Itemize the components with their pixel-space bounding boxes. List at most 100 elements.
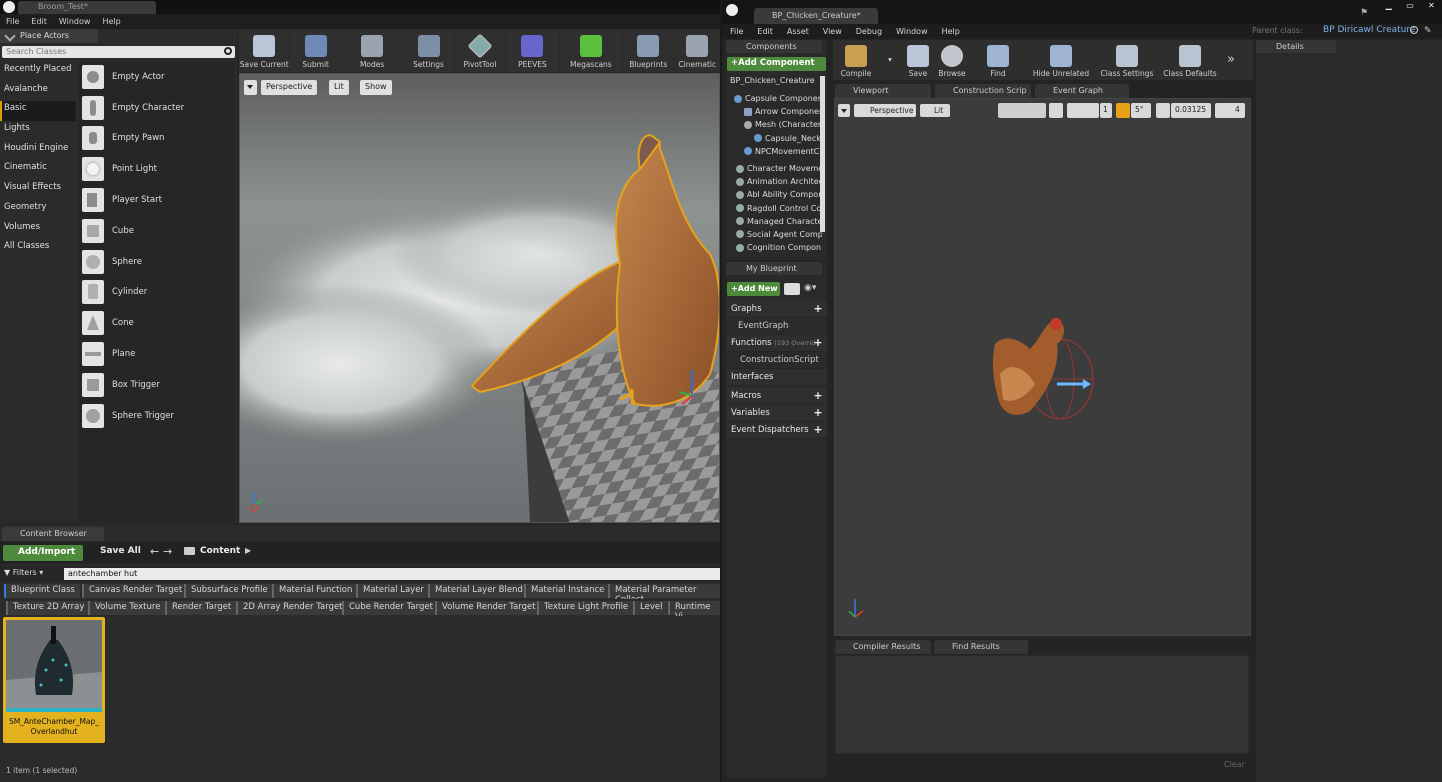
component-item[interactable]: Managed Characte — [730, 215, 822, 228]
rotation-snap-icon[interactable] — [1116, 103, 1130, 118]
compile-options-button[interactable]: ▾ — [879, 40, 901, 80]
content-browser-tab[interactable]: Content Browser — [2, 527, 104, 541]
add-new-button[interactable]: +Add New — [727, 282, 780, 296]
graphs-section[interactable]: Graphs + — [726, 301, 827, 318]
add-event-dispatcher-icon[interactable]: + — [813, 424, 823, 435]
actor-item[interactable]: Point Light — [79, 154, 235, 186]
peeves-button[interactable]: PEEVES — [506, 29, 560, 72]
component-item[interactable]: Character Moveme — [730, 162, 822, 175]
lit-button[interactable]: Lit — [329, 80, 349, 95]
cinematics-button[interactable]: Cinematic — [675, 29, 721, 72]
add-macro-icon[interactable]: + — [813, 390, 823, 401]
toolbar-overflow-icon[interactable]: » — [1221, 40, 1241, 80]
category-lights[interactable]: Lights — [0, 121, 76, 141]
maximize-button[interactable]: ▭ — [1399, 1, 1420, 12]
viewport-options-button[interactable] — [244, 80, 257, 95]
components-root[interactable]: BP_Chicken_Creature — [730, 76, 822, 85]
asset-search-input[interactable]: antechamber hut — [64, 568, 720, 580]
component-item[interactable]: Capsule_Neckt — [730, 132, 822, 145]
filter-chip[interactable]: Material Layer — [356, 584, 429, 598]
add-graph-icon[interactable]: + — [813, 303, 823, 314]
components-scrollbar[interactable] — [820, 76, 825, 232]
scale-snap-icon[interactable] — [1156, 103, 1170, 118]
event-graph-item[interactable]: EventGraph — [726, 318, 827, 335]
class-defaults-button[interactable]: Class Defaults — [1159, 40, 1221, 80]
actor-item[interactable]: Cube — [79, 216, 235, 247]
bp-menu-debug[interactable]: Debug — [856, 27, 882, 36]
actor-item[interactable]: Player Start — [79, 185, 235, 216]
actor-item[interactable]: Empty Pawn — [79, 124, 235, 155]
interfaces-section[interactable]: Interfaces — [726, 369, 827, 386]
details-tab[interactable]: Details — [1256, 40, 1336, 53]
add-variable-icon[interactable]: + — [813, 407, 823, 418]
megascans-button[interactable]: Megascans — [560, 29, 624, 72]
filter-chip[interactable]: Texture Light Profile — [537, 601, 634, 615]
eye-icon[interactable]: ◉▾ — [804, 283, 816, 293]
bp-save-button[interactable]: Save — [901, 40, 935, 80]
bp-lit-button[interactable]: Lit — [920, 104, 950, 117]
filter-chip[interactable]: Material Function — [272, 584, 358, 598]
settings-button[interactable]: Settings — [403, 29, 455, 72]
filter-chip[interactable]: Material Parameter Collect — [608, 584, 720, 599]
event-dispatchers-section[interactable]: Event Dispatchers + — [726, 422, 827, 439]
component-item[interactable]: NPCMovementC — [730, 145, 822, 158]
pivot-tool-button[interactable]: PivotTool — [455, 29, 507, 72]
filter-chip[interactable]: Material Instance — [524, 584, 610, 598]
component-item[interactable]: Animation Architec — [730, 175, 822, 188]
parent-class-link[interactable]: BP Diricawl Creature — [1323, 25, 1415, 35]
path-content[interactable]: Content — [200, 546, 240, 556]
bp-menu-asset[interactable]: Asset — [787, 27, 809, 36]
category-cinematic[interactable]: Cinematic — [0, 160, 76, 180]
actor-item[interactable]: Sphere — [79, 247, 235, 278]
edit-parent-icon[interactable]: ✎ — [1424, 26, 1432, 36]
pin-icon[interactable]: ⚑ — [1360, 8, 1368, 18]
actor-item[interactable]: Empty Character — [79, 93, 235, 124]
place-actors-tab[interactable]: Place Actors — [0, 29, 98, 43]
find-button[interactable]: Find — [969, 40, 1027, 80]
construction-script-item[interactable]: ConstructionScript — [726, 352, 827, 369]
actor-item[interactable]: Cone — [79, 308, 235, 340]
category-recently-placed[interactable]: Recently Placed — [0, 62, 76, 82]
actor-item[interactable]: Plane — [79, 339, 235, 370]
category-all-classes[interactable]: All Classes — [0, 239, 76, 259]
minimize-button[interactable]: ▁ — [1378, 1, 1399, 12]
scale-snap-value[interactable]: 0.03125 — [1171, 103, 1211, 118]
level-viewport[interactable]: Perspective Lit Show — [239, 73, 720, 523]
search-icon[interactable] — [224, 47, 232, 55]
grid-size-value[interactable]: 1 — [1100, 103, 1112, 118]
rotation-snap-value[interactable]: 5° — [1131, 103, 1151, 118]
perspective-button[interactable]: Perspective — [261, 80, 318, 95]
asset-tile[interactable]: SM_AnteChamber_Map_ Overlandhut — [3, 617, 105, 743]
menu-file[interactable]: File — [6, 17, 19, 26]
back-arrow-icon[interactable]: ← — [150, 545, 159, 558]
filter-chip[interactable]: Canvas Render Target — [82, 584, 188, 598]
camera-speed-value[interactable]: 4 — [1215, 103, 1245, 118]
component-item[interactable]: Abl Ability Compor — [730, 188, 822, 201]
path-chevron-icon[interactable]: ▶ — [245, 546, 251, 555]
event-graph-tab[interactable]: Event Graph — [1035, 84, 1129, 98]
filter-chip[interactable]: Blueprint Class — [4, 584, 80, 598]
bp-menu-edit[interactable]: Edit — [757, 27, 773, 36]
filter-chip[interactable]: Texture 2D Array — [6, 601, 90, 615]
actor-item[interactable]: Empty Actor — [79, 62, 235, 93]
search-icon[interactable] — [784, 283, 800, 295]
filter-chip[interactable]: Subsurface Profile — [184, 584, 273, 598]
transform-mode-buttons[interactable] — [998, 103, 1046, 118]
component-item[interactable]: Mesh (Character — [730, 118, 822, 131]
class-settings-button[interactable]: Class Settings — [1095, 40, 1159, 80]
filter-chip[interactable]: 2D Array Render Target — [236, 601, 348, 615]
blueprints-button[interactable]: Blueprints — [623, 29, 675, 72]
clear-button[interactable]: Clear — [1224, 760, 1245, 769]
viewport-tab[interactable]: Viewport — [835, 84, 931, 98]
filter-chip[interactable]: Material Layer Blend — [428, 584, 528, 598]
menu-edit[interactable]: Edit — [31, 17, 47, 26]
bp-menu-help[interactable]: Help — [942, 27, 960, 36]
compile-button[interactable]: Compile — [833, 40, 879, 80]
compiler-results-tab[interactable]: Compiler Results — [835, 640, 931, 654]
add-component-button[interactable]: +Add Component — [727, 57, 826, 71]
search-classes-input[interactable]: Search Classes — [2, 46, 235, 58]
bp-menu-view[interactable]: View — [823, 27, 842, 36]
menu-window[interactable]: Window — [59, 17, 91, 26]
level-document-tab[interactable]: Broom_Test* — [18, 1, 156, 14]
component-item[interactable]: Arrow Componer — [730, 105, 822, 118]
